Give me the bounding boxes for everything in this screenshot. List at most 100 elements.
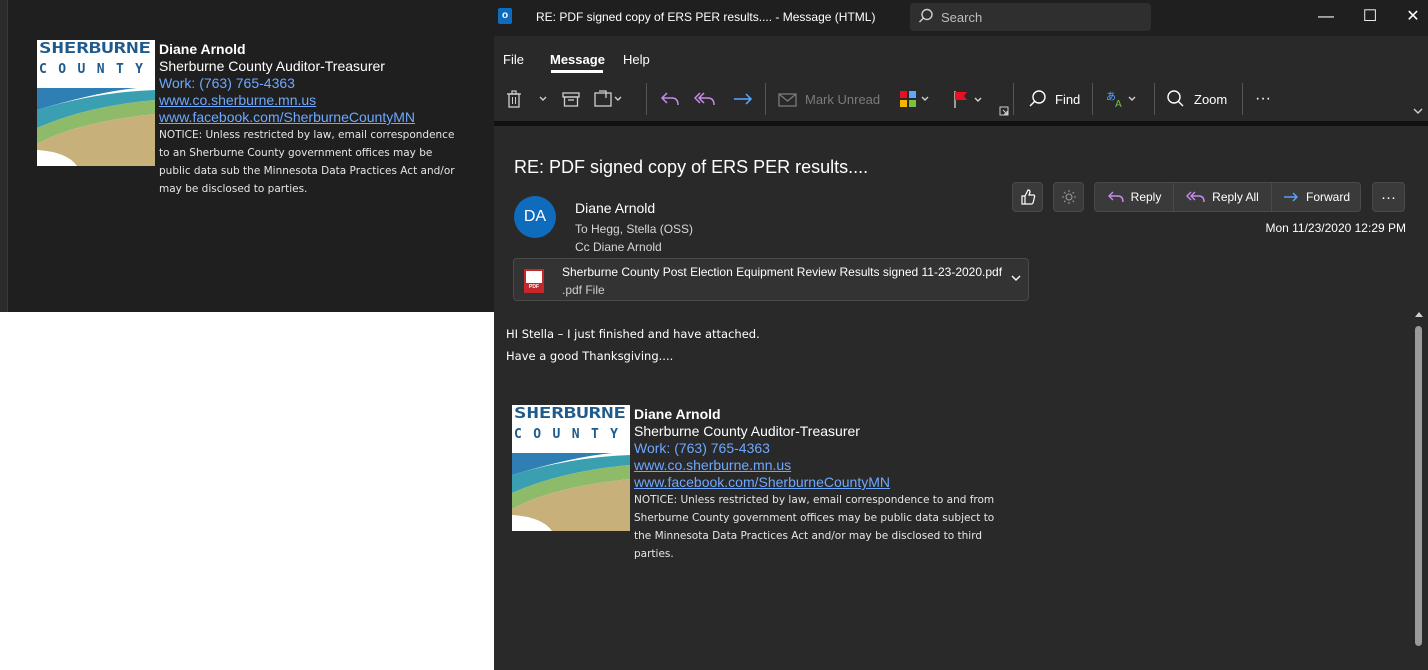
archive-icon: [562, 92, 580, 107]
pdf-file-icon: PDF: [524, 269, 544, 293]
thumbs-up-icon: [1020, 189, 1035, 205]
signature-title: Sherburne County Auditor-Treasurer: [159, 58, 385, 74]
follow-up-flag-button[interactable]: [952, 85, 984, 113]
signature-notice: NOTICE: Unless restricted by law, email …: [159, 129, 455, 195]
signature-work-phone: Work: (763) 765-4363: [159, 75, 295, 91]
find-button[interactable]: Find: [1028, 85, 1080, 113]
signature-facebook-link[interactable]: www.facebook.com/SherburneCountyMN: [634, 474, 1004, 491]
reply-all-button[interactable]: Reply All: [1173, 182, 1272, 212]
svg-text:A: A: [1115, 99, 1122, 109]
move-icon: [594, 90, 622, 107]
forward-label: Forward: [1305, 190, 1350, 204]
minimize-button[interactable]: —: [1311, 6, 1341, 28]
archive-button[interactable]: [562, 85, 580, 113]
reply-icon: [660, 92, 679, 106]
scroll-up-arrow-icon[interactable]: [1414, 310, 1424, 318]
window-title: RE: PDF signed copy of ERS PER results..…: [536, 10, 876, 24]
categorize-button[interactable]: [899, 85, 931, 113]
sun-icon: [1061, 190, 1076, 204]
message-date: Mon 11/23/2020 12:29 PM: [1265, 221, 1406, 235]
toolbar-separator: [765, 83, 766, 115]
sensitivity-button[interactable]: [1053, 182, 1084, 212]
chevron-down-icon: [1413, 108, 1423, 114]
message-window: o RE: PDF signed copy of ERS PER results…: [494, 0, 1428, 670]
reply-label: Reply: [1130, 190, 1162, 204]
chevron-down-icon[interactable]: [1010, 273, 1022, 283]
reply-all-label: Reply All: [1212, 190, 1259, 204]
zoom-label: Zoom: [1194, 91, 1228, 107]
reading-pane: RE: PDF signed copy of ERS PER results..…: [494, 126, 1428, 670]
reply-icon: [1107, 191, 1124, 203]
scrollbar-thumb[interactable]: [1415, 326, 1422, 646]
search-icon: [1029, 90, 1046, 107]
forward-arrow-icon: [734, 93, 753, 105]
menu-message[interactable]: Message: [550, 52, 605, 67]
sherburne-county-logo: SHERBURNE COUNTY: [37, 40, 155, 166]
zoom-icon: [1167, 90, 1184, 107]
sherburne-county-logo: SHERBURNE COUNTY: [512, 405, 630, 531]
title-bar: o RE: PDF signed copy of ERS PER results…: [494, 0, 1428, 36]
logo-title: SHERBURNE: [514, 405, 626, 422]
logo-title: SHERBURNE: [39, 40, 151, 57]
body-line: Have a good Thanksgiving....: [506, 349, 674, 363]
like-button[interactable]: [1012, 182, 1043, 212]
search-placeholder: Search: [941, 10, 983, 25]
search-icon: [919, 8, 933, 23]
menu-help[interactable]: Help: [623, 52, 650, 67]
move-button[interactable]: [594, 85, 622, 113]
envelope-icon: [778, 93, 797, 107]
cc-recipients[interactable]: Cc Diane Arnold: [575, 240, 662, 254]
signature-website-link[interactable]: www.co.sherburne.mn.us: [634, 457, 1004, 474]
signature-facebook-link[interactable]: www.facebook.com/SherburneCountyMN: [159, 109, 464, 126]
forward-button[interactable]: Forward: [1271, 182, 1361, 212]
background-window: SHERBURNE COUNTY Diane Arnold Sherburne …: [0, 0, 494, 312]
body-line: HI Stella – I just finished and have att…: [506, 327, 760, 341]
attachment-card[interactable]: PDF Sherburne County Post Election Equip…: [513, 258, 1029, 301]
signature-name: Diane Arnold: [159, 41, 246, 57]
toolbar-separator: [646, 83, 647, 115]
reply-all-icon: [694, 92, 715, 106]
toolbar-separator: [1013, 83, 1014, 115]
ribbon-more-button[interactable]: ···: [1255, 85, 1271, 113]
forward-arrow-icon: [1283, 192, 1298, 202]
signature-website-link[interactable]: www.co.sherburne.mn.us: [159, 92, 464, 109]
close-button[interactable]: ✕: [1398, 6, 1428, 28]
forward-ribbon-button[interactable]: [732, 85, 754, 113]
ribbon-toolbar: Mark Unread Find あA Zoom ···: [494, 77, 1428, 121]
mark-unread-button[interactable]: Mark Unread: [777, 85, 880, 113]
active-tab-underline: [551, 70, 603, 73]
reply-button[interactable]: Reply: [1094, 182, 1174, 212]
attachment-name: Sherburne County Post Election Equipment…: [562, 265, 1003, 279]
signature-work-phone: Work: (763) 765-4363: [634, 440, 770, 456]
reply-all-icon: [1186, 191, 1205, 203]
to-recipients[interactable]: To Hegg, Stella (OSS): [575, 222, 693, 236]
flag-icon: [954, 91, 982, 108]
more-actions-button[interactable]: ···: [1372, 182, 1405, 212]
find-label: Find: [1055, 91, 1081, 107]
delete-button[interactable]: [506, 85, 522, 113]
toolbar-separator: [1154, 83, 1155, 115]
signature-notice: NOTICE: Unless restricted by law, email …: [634, 494, 995, 560]
message-subject: RE: PDF signed copy of ERS PER results..…: [514, 157, 869, 177]
menu-file[interactable]: File: [503, 52, 524, 67]
outlook-app-icon: o: [498, 8, 512, 24]
dialog-launcher-icon: [999, 106, 1009, 116]
window-edge: [0, 0, 8, 312]
toolbar-separator: [1242, 83, 1243, 115]
maximize-button[interactable]: ☐: [1355, 6, 1385, 28]
zoom-button[interactable]: Zoom: [1166, 85, 1227, 113]
delete-dropdown[interactable]: [538, 85, 548, 113]
reply-all-ribbon-button[interactable]: [694, 85, 716, 113]
translate-icon: あA: [1106, 91, 1136, 109]
sender-name[interactable]: Diane Arnold: [575, 200, 655, 216]
search-box[interactable]: Search: [910, 3, 1151, 31]
reply-ribbon-button[interactable]: [660, 85, 680, 113]
trash-icon: [507, 90, 521, 108]
avatar[interactable]: DA: [514, 196, 556, 238]
toolbar-separator: [1092, 83, 1093, 115]
categorize-icon: [900, 91, 929, 107]
translate-button[interactable]: あA: [1105, 85, 1139, 113]
chevron-down-icon: [539, 96, 547, 101]
signature-name: Diane Arnold: [634, 406, 721, 422]
vertical-scrollbar[interactable]: [1410, 306, 1428, 670]
